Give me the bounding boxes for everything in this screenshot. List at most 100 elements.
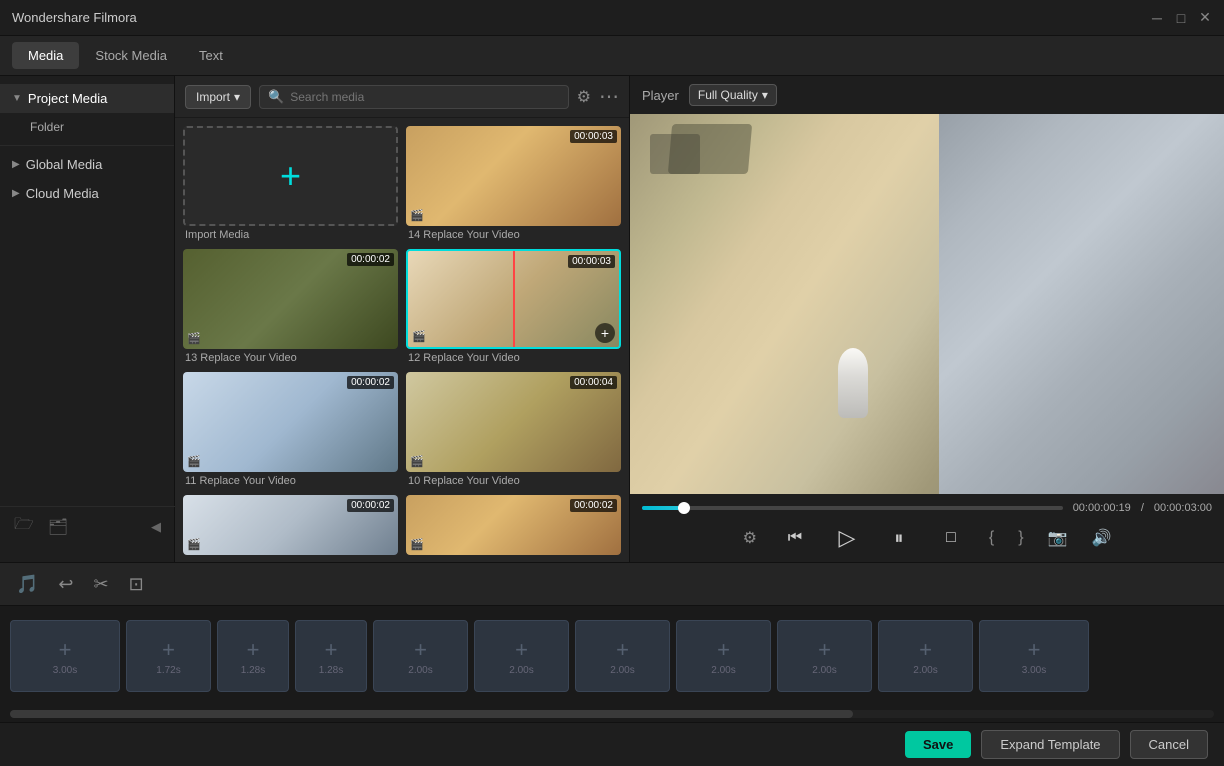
media-item-label: 10 Replace Your Video: [406, 475, 621, 487]
collapse-icon[interactable]: ◀: [151, 519, 161, 535]
more-options-icon[interactable]: ⋯: [599, 84, 619, 109]
settings-icon[interactable]: ⚙: [743, 528, 757, 548]
search-input[interactable]: [290, 90, 559, 104]
thumb-14[interactable]: 00:00:03 🎬: [406, 126, 621, 226]
minimize-button[interactable]: ─: [1150, 11, 1164, 25]
tab-stock-media[interactable]: Stock Media: [79, 42, 183, 69]
add-clip-icon[interactable]: +: [515, 637, 528, 663]
add-clip-icon[interactable]: +: [59, 637, 72, 663]
footer: Save Expand Template Cancel: [0, 722, 1224, 766]
titlebar: Wondershare Filmora ─ □ ✕: [0, 0, 1224, 36]
search-bar[interactable]: 🔍: [259, 85, 569, 109]
player-panel: Player Full Quality ▾: [630, 76, 1224, 562]
player-controls: 00:00:00:19 / 00:00:03:00 ⚙ ⏮ ▷ ⏸ □ { } …: [630, 494, 1224, 562]
current-time: 00:00:00:19: [1073, 502, 1131, 514]
media-item-partial1[interactable]: 00:00:02 🎬: [183, 495, 398, 555]
maximize-button[interactable]: □: [1174, 11, 1188, 25]
filter-icon[interactable]: ⚙: [577, 87, 591, 107]
timeline-scrollbar[interactable]: [10, 710, 1214, 718]
mark-in-icon[interactable]: {: [989, 529, 994, 547]
scroll-thumb[interactable]: [10, 710, 853, 718]
clip-duration: 1.28s: [319, 665, 343, 676]
import-thumb[interactable]: +: [183, 126, 398, 226]
thumb-partial2[interactable]: 00:00:02 🎬: [406, 495, 621, 555]
clip-duration: 2.00s: [913, 665, 937, 676]
add-to-timeline-icon[interactable]: +: [595, 323, 615, 343]
thumb-12[interactable]: 00:00:03 🎬 +: [406, 249, 621, 349]
tabbar: Media Stock Media Text: [0, 36, 1224, 76]
add-clip-icon[interactable]: +: [414, 637, 427, 663]
add-clip-icon[interactable]: +: [818, 637, 831, 663]
timeline-clip-4[interactable]: + 2.00s: [373, 620, 468, 692]
mark-out-icon[interactable]: }: [1018, 529, 1023, 547]
import-media-item[interactable]: + Import Media: [183, 126, 398, 241]
thumb-partial1[interactable]: 00:00:02 🎬: [183, 495, 398, 555]
add-clip-icon[interactable]: +: [717, 637, 730, 663]
expand-template-button[interactable]: Expand Template: [981, 730, 1119, 759]
volume-icon[interactable]: 🔊: [1092, 528, 1112, 548]
save-button[interactable]: Save: [905, 731, 971, 758]
clip-duration: 3.00s: [53, 665, 77, 676]
duration-badge: 00:00:02: [347, 376, 394, 389]
timeline-clip-9[interactable]: + 2.00s: [878, 620, 973, 692]
media-grid: + Import Media 00:00:03 🎬 14 Replace You…: [175, 118, 629, 562]
quality-select[interactable]: Full Quality ▾: [689, 84, 777, 106]
media-item-label: 11 Replace Your Video: [183, 475, 398, 487]
thumb-11[interactable]: 00:00:02 🎬: [183, 372, 398, 472]
clip-duration: 2.00s: [812, 665, 836, 676]
media-item-10[interactable]: 00:00:04 🎬 10 Replace Your Video: [406, 372, 621, 487]
media-item-partial2[interactable]: 00:00:02 🎬: [406, 495, 621, 555]
main-area: ▼ Project Media Folder ▶ Global Media ▶ …: [0, 76, 1224, 562]
progress-thumb[interactable]: [678, 502, 690, 514]
play-button[interactable]: ▷: [833, 524, 861, 552]
add-clip-icon[interactable]: +: [325, 637, 338, 663]
fullscreen-button[interactable]: □: [937, 524, 965, 552]
add-clip-icon[interactable]: +: [919, 637, 932, 663]
new-folder-icon[interactable]: 🗂: [48, 517, 68, 537]
media-item-11[interactable]: 00:00:02 🎬 11 Replace Your Video: [183, 372, 398, 487]
timeline-clip-2[interactable]: + 1.28s: [217, 620, 289, 692]
cut-icon[interactable]: ✂: [94, 574, 109, 595]
tab-media[interactable]: Media: [12, 42, 79, 69]
progress-row: 00:00:00:19 / 00:00:03:00: [642, 498, 1212, 518]
progress-track[interactable]: [642, 506, 1063, 510]
timeline-clip-10[interactable]: + 3.00s: [979, 620, 1089, 692]
add-clip-icon[interactable]: +: [616, 637, 629, 663]
media-toolbar: Import ▾ 🔍 ⚙ ⋯: [175, 76, 629, 118]
timeline-clip-3[interactable]: + 1.28s: [295, 620, 367, 692]
tab-text[interactable]: Text: [183, 42, 239, 69]
split-icon[interactable]: ⊡: [129, 574, 144, 595]
player-label: Player: [642, 88, 679, 103]
timeline-clip-7[interactable]: + 2.00s: [676, 620, 771, 692]
timeline-clip-1[interactable]: + 1.72s: [126, 620, 211, 692]
audio-icon[interactable]: 🎵: [16, 574, 38, 595]
sidebar-item-cloud-media[interactable]: ▶ Cloud Media: [0, 179, 174, 208]
thumb-10[interactable]: 00:00:04 🎬: [406, 372, 621, 472]
step-back-button[interactable]: ⏮: [781, 524, 809, 552]
thumb-13[interactable]: 00:00:02 🎬: [183, 249, 398, 349]
media-item-14[interactable]: 00:00:03 🎬 14 Replace Your Video: [406, 126, 621, 241]
add-clip-icon[interactable]: +: [247, 637, 260, 663]
sidebar-item-global-media[interactable]: ▶ Global Media: [0, 150, 174, 179]
add-folder-icon[interactable]: 🗁: [14, 513, 34, 540]
timeline-clip-8[interactable]: + 2.00s: [777, 620, 872, 692]
cancel-button[interactable]: Cancel: [1130, 730, 1208, 759]
timeline-clip-0[interactable]: + 3.00s: [10, 620, 120, 692]
close-button[interactable]: ✕: [1198, 11, 1212, 25]
timeline-clip-6[interactable]: + 2.00s: [575, 620, 670, 692]
add-clip-icon[interactable]: +: [162, 637, 175, 663]
undo-icon[interactable]: ↩: [58, 574, 73, 595]
arrow-icon: ▶: [12, 188, 20, 199]
pause-button[interactable]: ⏸: [885, 524, 913, 552]
add-clip-icon[interactable]: +: [1028, 637, 1041, 663]
sidebar-item-folder[interactable]: Folder: [0, 113, 174, 141]
total-time: 00:00:03:00: [1154, 502, 1212, 514]
media-item-13[interactable]: 00:00:02 🎬 13 Replace Your Video: [183, 249, 398, 364]
sidebar-item-project-media[interactable]: ▼ Project Media: [0, 84, 174, 113]
import-button[interactable]: Import ▾: [185, 85, 251, 109]
media-item-12[interactable]: 00:00:03 🎬 + 12 Replace Your Video: [406, 249, 621, 364]
clip-duration: 2.00s: [711, 665, 735, 676]
video-background: [630, 114, 1224, 494]
timeline-clip-5[interactable]: + 2.00s: [474, 620, 569, 692]
snapshot-icon[interactable]: 📷: [1048, 528, 1068, 548]
